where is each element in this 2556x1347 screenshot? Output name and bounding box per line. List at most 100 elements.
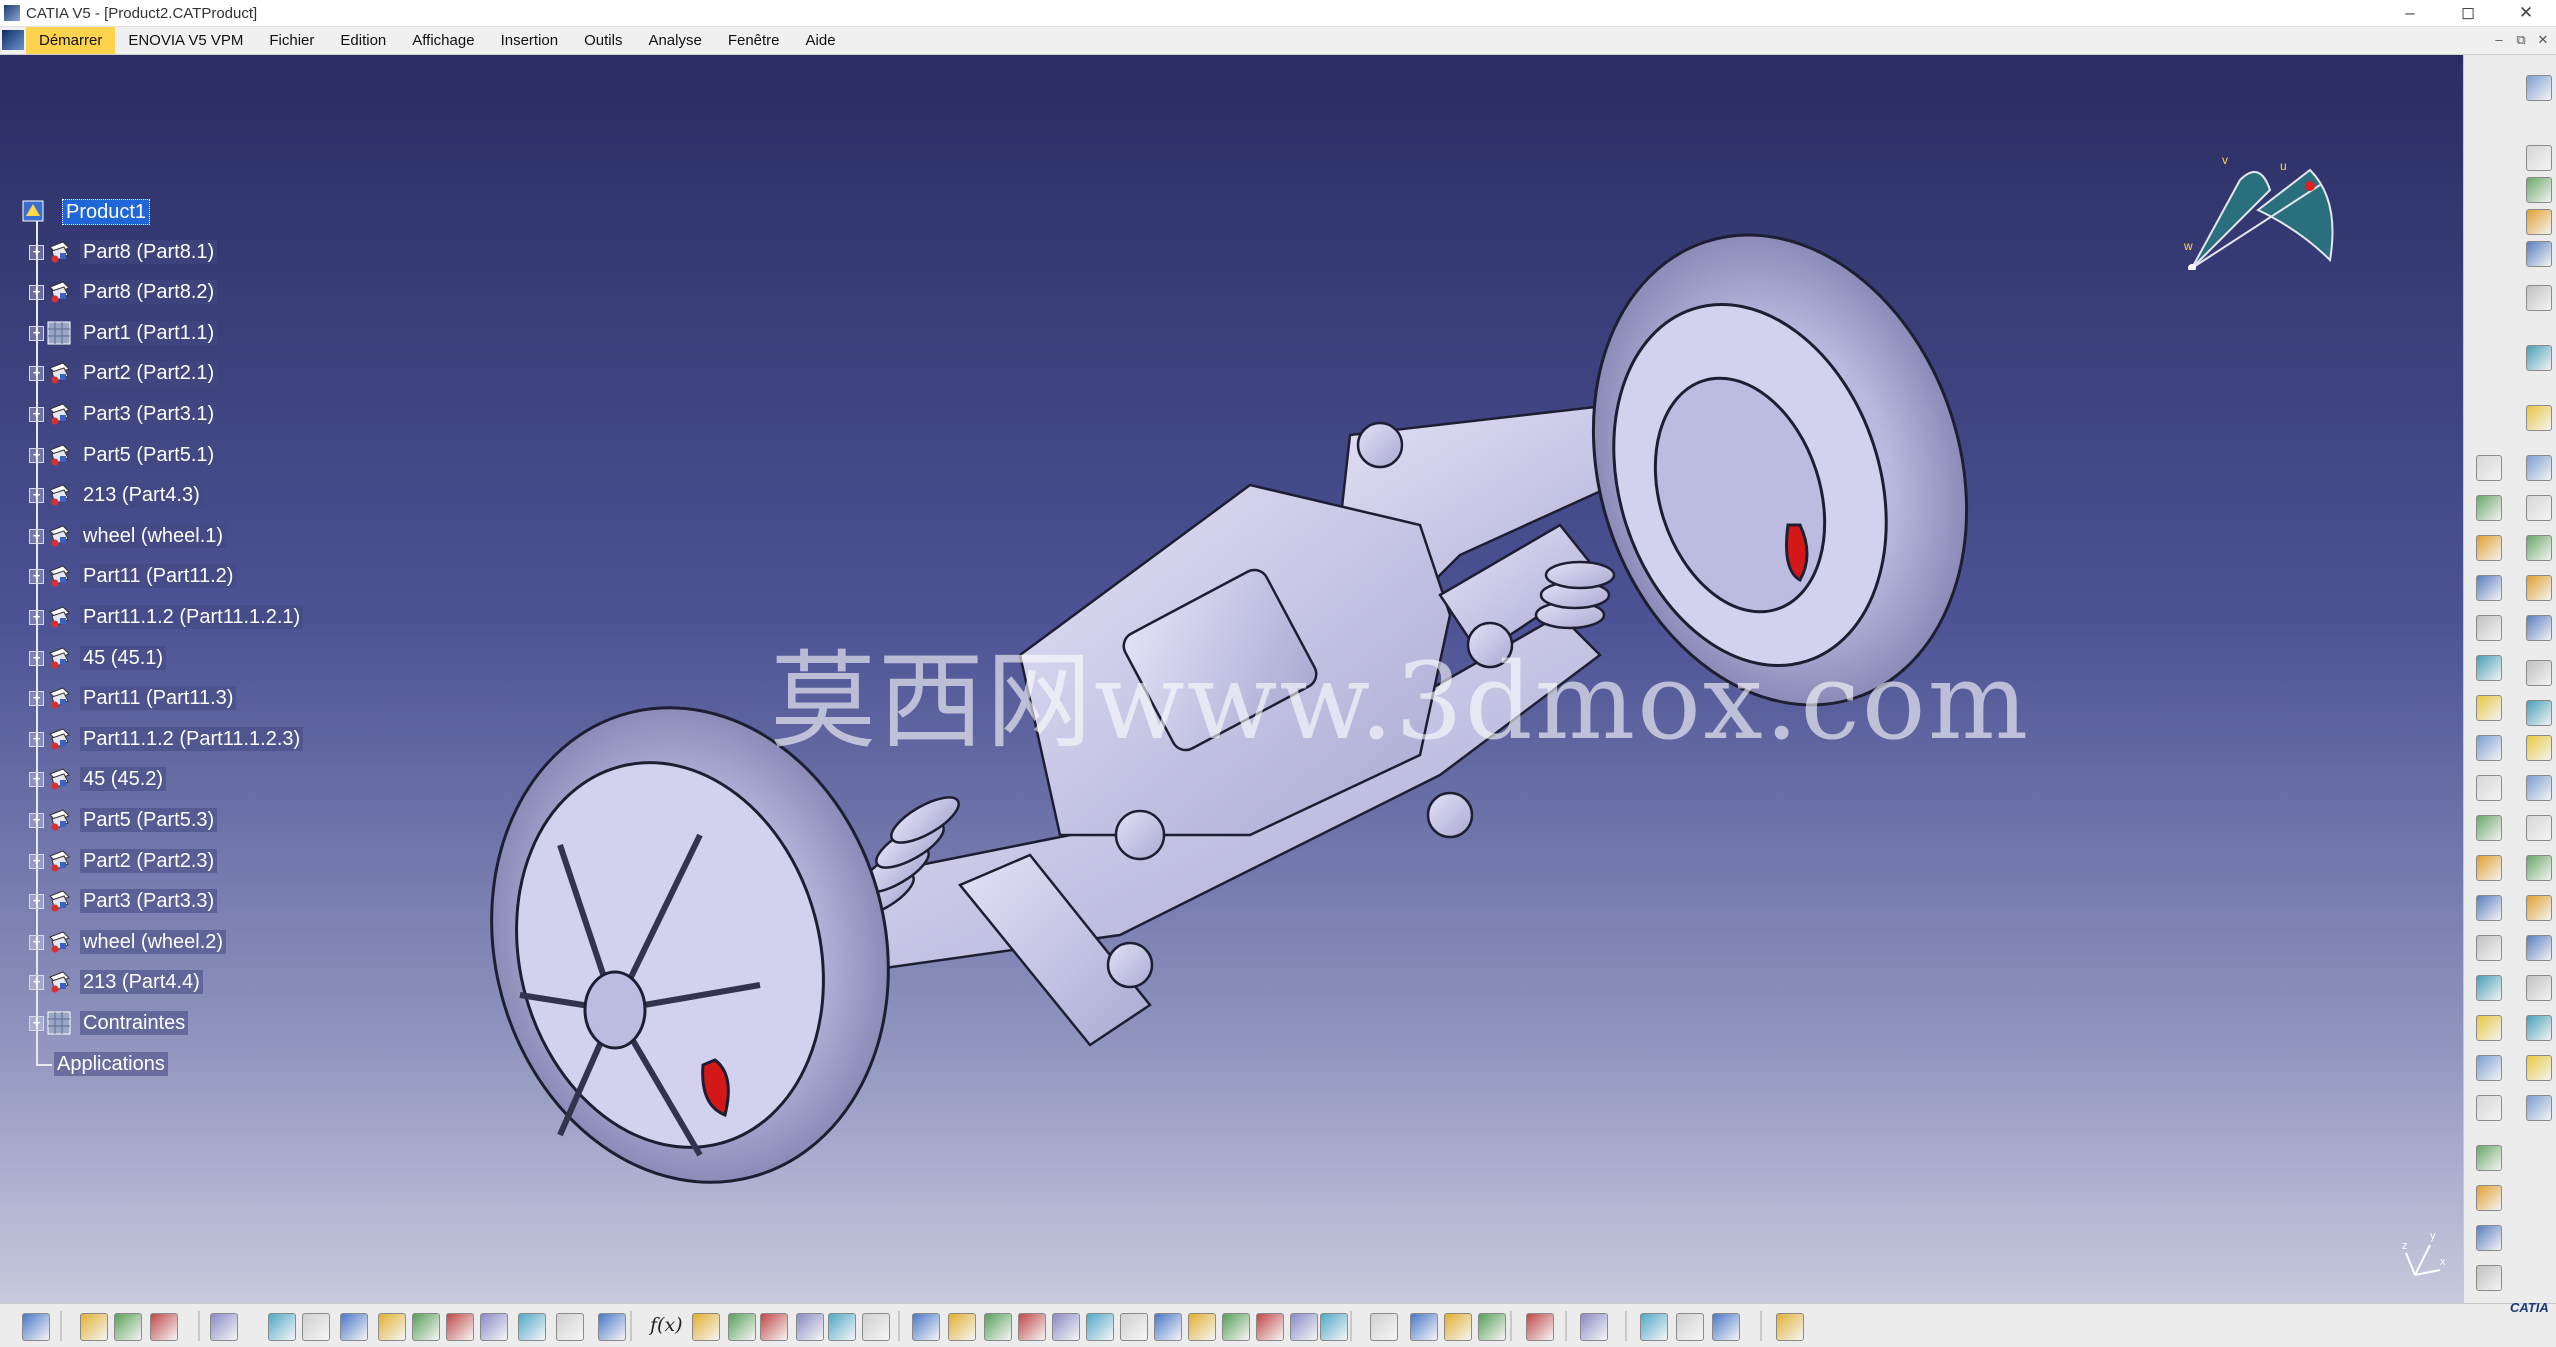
toolbar-tool-icon[interactable] (2476, 895, 2502, 921)
toolbar-tool-icon[interactable] (760, 1313, 788, 1341)
tree-root-product[interactable]: Product1 (22, 195, 384, 227)
toolbar-tool-icon[interactable] (1444, 1313, 1472, 1341)
toolbar-tool-icon[interactable] (2526, 209, 2552, 235)
tree-item[interactable]: + Part5 (Part5.3) (24, 804, 384, 836)
expand-toggle-icon[interactable]: + (29, 731, 44, 747)
expand-toggle-icon[interactable]: + (29, 285, 44, 301)
tree-item[interactable]: + Part8 (Part8.1) (24, 236, 384, 268)
formula-button[interactable]: f(x) (650, 1314, 683, 1336)
tree-item[interactable]: + Part1 (Part1.1) (24, 317, 384, 349)
toolbar-tool-icon[interactable] (2476, 1095, 2502, 1121)
toolbar-tool-icon[interactable] (598, 1313, 626, 1341)
tree-item[interactable]: + Part11 (Part11.2) (24, 560, 384, 592)
toolbar-tool-icon[interactable] (2526, 495, 2552, 521)
tree-item[interactable]: + Part11.1.2 (Part11.1.2.1) (24, 601, 384, 633)
tree-item[interactable]: + Part8 (Part8.2) (24, 276, 384, 308)
toolbar-tool-icon[interactable] (1086, 1313, 1114, 1341)
toolbar-tool-icon[interactable] (1120, 1313, 1148, 1341)
tree-item[interactable]: + wheel (wheel.1) (24, 520, 384, 552)
tree-item[interactable]: +213 (Part4.4) (24, 966, 384, 998)
menu-outils[interactable]: Outils (571, 27, 635, 54)
toolbar-tool-icon[interactable] (2476, 855, 2502, 881)
toolbar-tool-icon[interactable] (984, 1313, 1012, 1341)
toolbar-tool-icon[interactable] (2526, 935, 2552, 961)
toolbar-tool-icon[interactable] (2526, 700, 2552, 726)
toolbar-tool-icon[interactable] (2476, 615, 2502, 641)
toolbar-tool-icon[interactable] (862, 1313, 890, 1341)
expand-toggle-icon[interactable]: + (29, 975, 44, 991)
menu-affichage[interactable]: Affichage (399, 27, 487, 54)
tree-item[interactable]: + Part11 (Part11.3) (24, 682, 384, 714)
toolbar-tool-icon[interactable] (2526, 1015, 2552, 1041)
tree-applications[interactable]: Applications (24, 1048, 384, 1080)
toolbar-tool-icon[interactable] (2526, 1055, 2552, 1081)
tree-item[interactable]: + Contraintes (24, 1007, 384, 1039)
toolbar-tool-icon[interactable] (1712, 1313, 1740, 1341)
toolbar-tool-icon[interactable] (2526, 815, 2552, 841)
expand-toggle-icon[interactable]: + (29, 813, 44, 828)
toolbar-tool-icon[interactable] (692, 1313, 720, 1341)
close-button[interactable]: ✕ (2498, 0, 2554, 26)
expand-toggle-icon[interactable]: + (29, 528, 44, 544)
toolbar-tool-icon[interactable] (2476, 1225, 2502, 1251)
expand-toggle-icon[interactable]: + (29, 447, 44, 463)
toolbar-tool-icon[interactable] (2526, 241, 2552, 267)
toolbar-tool-icon[interactable] (2476, 695, 2502, 721)
toolbar-tool-icon[interactable] (2526, 455, 2552, 481)
toolbar-tool-icon[interactable] (2526, 775, 2552, 801)
3d-viewport[interactable]: Product1 + Part8 (Part8.1) + Part8 (Part8.2)… (0, 55, 2463, 1303)
menu-fichier[interactable]: Fichier (256, 27, 327, 54)
toolbar-tool-icon[interactable] (2526, 895, 2552, 921)
toolbar-tool-icon[interactable] (1676, 1313, 1704, 1341)
compass-icon[interactable]: v u w (2180, 150, 2350, 270)
minimize-button[interactable]: – (2382, 0, 2438, 26)
expand-toggle-icon[interactable]: + (29, 772, 44, 788)
toolbar-tool-icon[interactable] (2526, 660, 2552, 686)
tree-item[interactable]: + wheel (wheel.2) (24, 926, 384, 958)
toolbar-tool-icon[interactable] (1052, 1313, 1080, 1341)
toolbar-tool-icon[interactable] (1370, 1313, 1398, 1341)
toolbar-tool-icon[interactable] (80, 1313, 108, 1341)
menu-insertion[interactable]: Insertion (488, 27, 572, 54)
toolbar-tool-icon[interactable] (2526, 285, 2552, 311)
toolbar-tool-icon[interactable] (2526, 535, 2552, 561)
tree-item[interactable]: + Part2 (Part2.3) (24, 845, 384, 877)
expand-toggle-icon[interactable]: + (29, 488, 44, 504)
toolbar-tool-icon[interactable] (2476, 1145, 2502, 1171)
toolbar-tool-icon[interactable] (2476, 975, 2502, 1001)
tree-item[interactable]: + Part5 (Part5.1) (24, 439, 384, 471)
toolbar-tool-icon[interactable] (2476, 735, 2502, 761)
toolbar-tool-icon[interactable] (114, 1313, 142, 1341)
toolbar-tool-icon[interactable] (2526, 735, 2552, 761)
toolbar-tool-icon[interactable] (1256, 1313, 1284, 1341)
toolbar-tool-icon[interactable] (2526, 75, 2552, 101)
toolbar-tool-icon[interactable] (828, 1313, 856, 1341)
expand-toggle-icon[interactable]: + (29, 894, 44, 910)
expand-toggle-icon[interactable]: + (29, 610, 44, 625)
toolbar-tool-icon[interactable] (210, 1313, 238, 1341)
toolbar-tool-icon[interactable] (2526, 575, 2552, 601)
toolbar-tool-icon[interactable] (2526, 975, 2552, 1001)
toolbar-tool-icon[interactable] (2476, 1185, 2502, 1211)
toolbar-tool-icon[interactable] (2526, 405, 2552, 431)
menu-edition[interactable]: Edition (327, 27, 399, 54)
menu-fen-tre[interactable]: Fenêtre (715, 27, 793, 54)
toolbar-tool-icon[interactable] (302, 1313, 330, 1341)
toolbar-tool-icon[interactable] (796, 1313, 824, 1341)
toolbar-tool-icon[interactable] (1640, 1313, 1668, 1341)
toolbar-tool-icon[interactable] (2476, 815, 2502, 841)
toolbar-tool-icon[interactable] (2526, 1095, 2552, 1121)
doc-close-button[interactable]: ✕ (2532, 30, 2554, 50)
doc-minimize-button[interactable]: – (2488, 30, 2510, 50)
expand-toggle-icon[interactable]: + (29, 569, 44, 585)
toolbar-tool-icon[interactable] (1410, 1313, 1438, 1341)
tree-item[interactable]: + Part3 (Part3.1) (24, 398, 384, 430)
catia-logo-icon[interactable] (2, 30, 24, 50)
expand-toggle-icon[interactable]: + (29, 366, 44, 382)
toolbar-tool-icon[interactable] (518, 1313, 546, 1341)
toolbar-tool-icon[interactable] (2476, 495, 2502, 521)
toolbar-tool-icon[interactable] (22, 1313, 50, 1341)
toolbar-tool-icon[interactable] (1776, 1313, 1804, 1341)
tree-item[interactable]: + Part3 (Part3.3) (24, 885, 384, 917)
toolbar-tool-icon[interactable] (2476, 775, 2502, 801)
